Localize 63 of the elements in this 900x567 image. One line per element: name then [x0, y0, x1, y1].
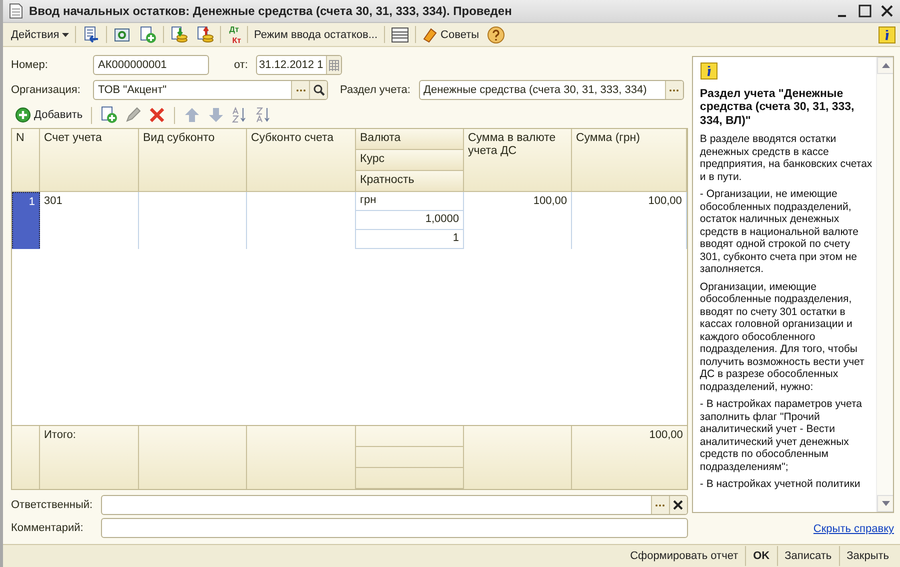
- window-title: Ввод начальных остатков: Денежные средства (счета 30, 31, 333, 334). Проведен: [29, 4, 513, 18]
- column-header: Валюта: [356, 129, 464, 150]
- column-header: Кратность: [356, 171, 464, 192]
- help-paragraph: - В настройках учетной политики: [700, 478, 862, 490]
- comment-label: Комментарий:: [11, 522, 84, 534]
- refresh-icon[interactable]: [113, 26, 132, 44]
- debit-credit-icon[interactable]: Дт Кт: [223, 25, 246, 44]
- document-icon: [9, 3, 23, 19]
- scroll-down-button[interactable]: [877, 495, 893, 512]
- column-header: Курс: [356, 150, 464, 171]
- help-paragraph: - В настройках параметров учета заполнить флаг "Прочий аналитический учет - Вести аналитический учет денежных средств по обособленным подразделениям";: [700, 398, 863, 473]
- mode-button[interactable]: Режим ввода остатков...: [250, 25, 382, 44]
- totals-label: Итого:: [44, 429, 76, 441]
- actions-menu[interactable]: Действия: [7, 25, 74, 44]
- scroll-up-button[interactable]: [877, 57, 893, 74]
- info-icon: [700, 62, 718, 80]
- arrow-down-icon: [882, 501, 890, 506]
- date-label: от:: [234, 59, 248, 71]
- search-icon[interactable]: [312, 84, 324, 96]
- help-icon[interactable]: [487, 26, 506, 44]
- number-label: Номер:: [11, 59, 49, 71]
- document-arrow-icon[interactable]: [82, 26, 100, 44]
- footer-button[interactable]: Закрыть: [838, 546, 896, 566]
- help-paragraph: В разделе вводятся остатки денежных средств в кассе предприятия, на банковских счетах и в пути.: [700, 133, 873, 183]
- ellipsis-icon[interactable]: [655, 504, 666, 506]
- section-label: Раздел учета:: [340, 84, 410, 96]
- hide-help-link[interactable]: Скрыть справку: [813, 523, 894, 535]
- document-plus-icon[interactable]: [139, 26, 158, 44]
- comment-field[interactable]: [101, 518, 688, 538]
- caret-icon: [62, 32, 70, 36]
- maximize-icon[interactable]: [858, 4, 872, 18]
- totals-value: 100,00: [649, 429, 683, 441]
- footer-button[interactable]: Сформировать отчет: [623, 546, 746, 566]
- table-cell: 1,0000: [356, 211, 463, 230]
- date-field[interactable]: 31.12.2012 1: [256, 55, 342, 75]
- tips-button[interactable]: Советы: [418, 25, 484, 44]
- coins-arrow-icon[interactable]: [170, 26, 188, 44]
- organization-field[interactable]: ТОВ "Акцент": [93, 80, 328, 100]
- organization-label: Организация:: [11, 84, 82, 96]
- delete-icon[interactable]: [148, 106, 166, 124]
- help-title: Раздел учета "Денежные средства (счета 30, 31, 333, 334, ВЛ)": [700, 88, 856, 128]
- list-icon[interactable]: [390, 26, 409, 44]
- number-field[interactable]: АК000000001: [93, 55, 209, 75]
- responsible-field[interactable]: [101, 495, 688, 515]
- ellipsis-icon[interactable]: [669, 88, 679, 92]
- info-icon: [878, 26, 896, 44]
- document-plus-icon[interactable]: [100, 106, 118, 124]
- footer-button[interactable]: Записать: [776, 546, 839, 566]
- responsible-label: Ответственный:: [11, 499, 94, 511]
- add-button[interactable]: Добавить: [15, 107, 83, 123]
- help-paragraph: - Организации, не имеющие обособленных подразделений, остаток наличных денежных средств в национальной валюте вводят одной строкой по счету 301, субконто счета при этом не заполняется.: [700, 188, 860, 276]
- row-number-cell[interactable]: 1: [12, 192, 40, 250]
- coins-arrow-icon[interactable]: [196, 26, 214, 44]
- close-icon[interactable]: [880, 4, 894, 18]
- plus-icon: [15, 107, 31, 123]
- footer-button[interactable]: OK: [745, 546, 777, 566]
- section-field[interactable]: Денежные средства (счета 30, 31, 333, 334): [418, 80, 684, 100]
- help-paragraph: Организации, имеющие обособленные подразделения, вводят по счету 301 остатки в кассах головной организации и каждого обособленного подразделения. Для того, чтобы получить возможность вести учет ДС в разрезе обособленных подразделений, нужно:: [700, 280, 866, 393]
- pencil-icon[interactable]: [124, 106, 142, 124]
- arrow-up-icon: [882, 63, 890, 68]
- ellipsis-icon[interactable]: [296, 88, 306, 92]
- table-cell: грн: [356, 192, 463, 211]
- clear-icon[interactable]: [673, 500, 684, 510]
